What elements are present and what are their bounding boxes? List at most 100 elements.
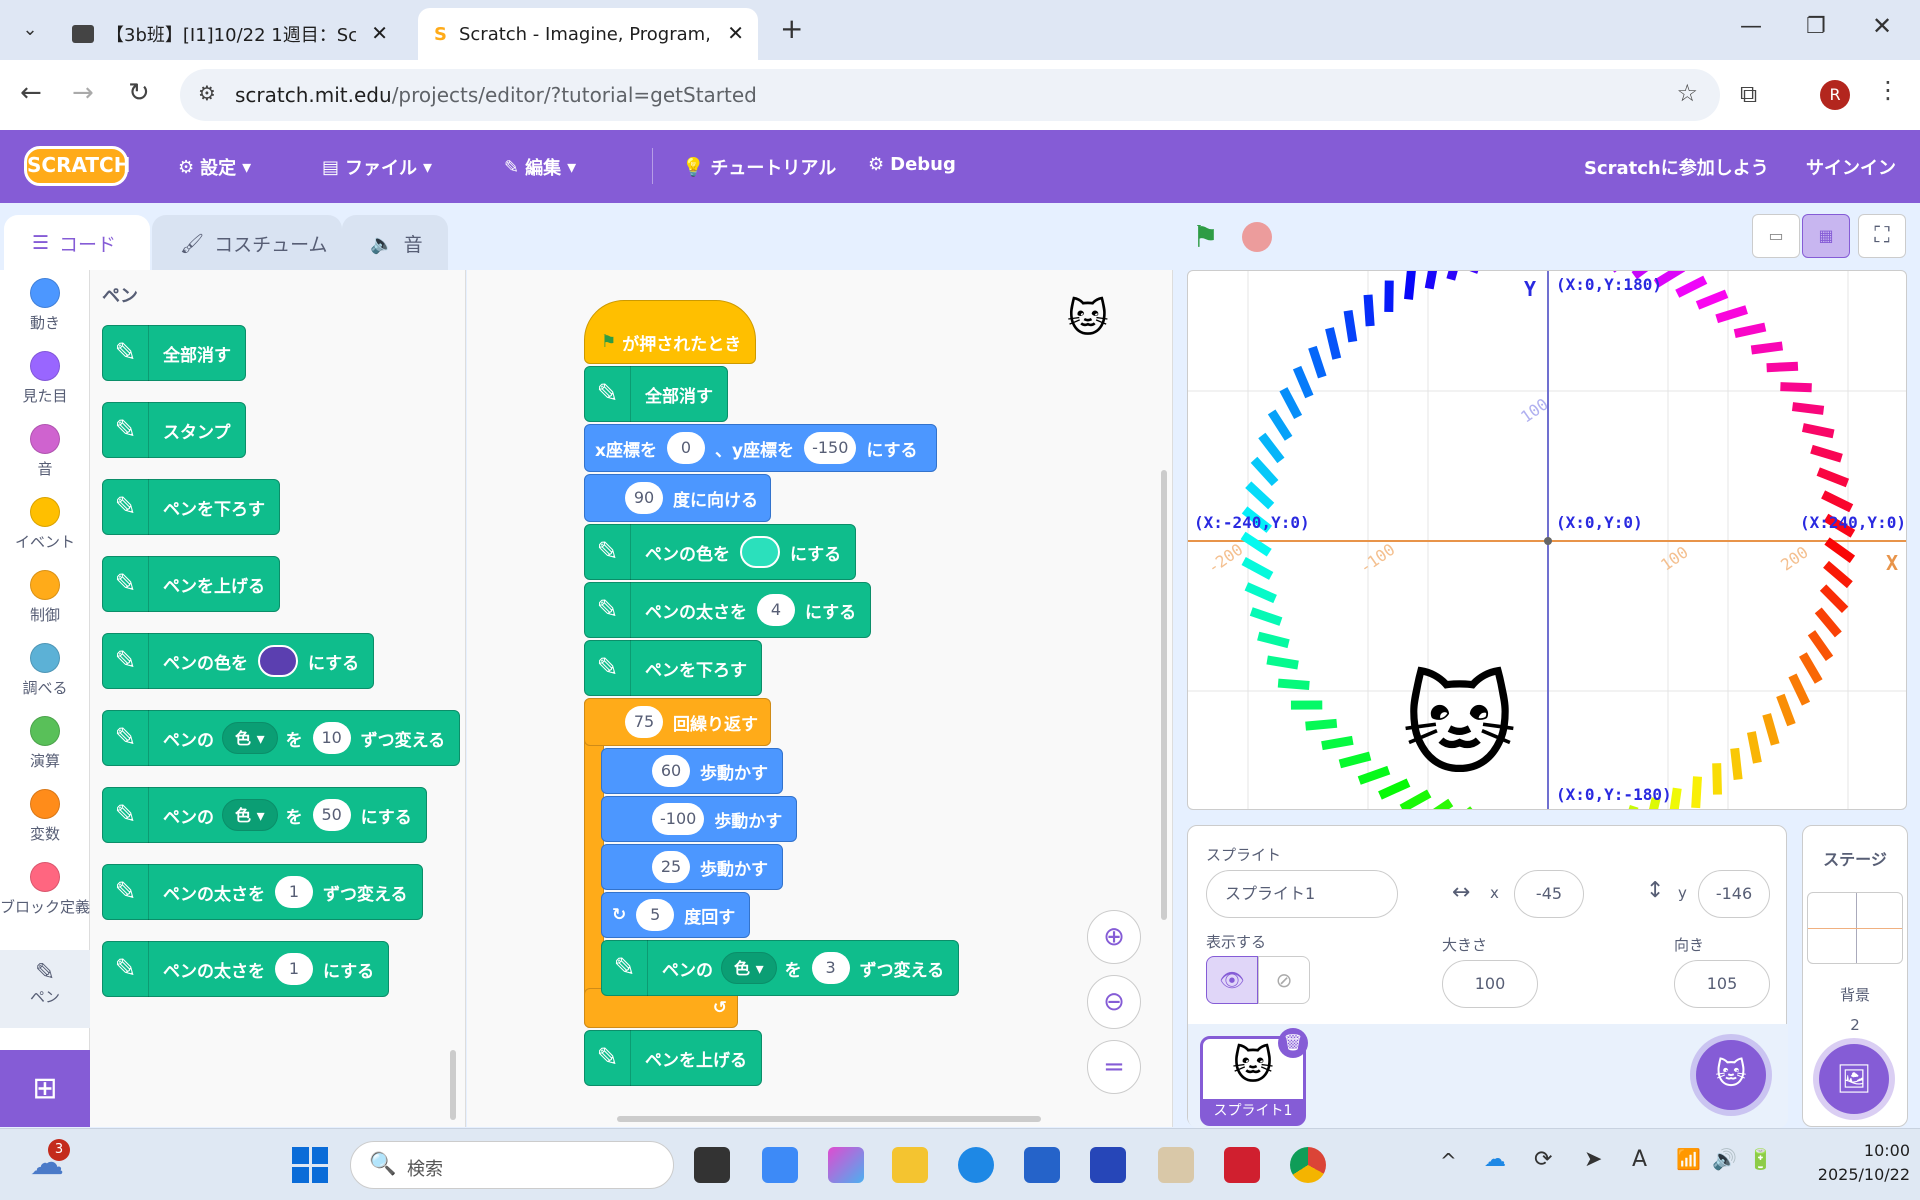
block-change-pen-param[interactable]: ✎ ペンの色 ▾ を 10 ずつ変える (102, 710, 461, 766)
fullscreen-icon[interactable]: ⛶ (1858, 214, 1906, 258)
block-when-flag-clicked[interactable]: ⚑ が押されたとき (584, 300, 757, 364)
dice-app-icon[interactable] (1158, 1147, 1194, 1183)
edge-icon[interactable] (958, 1147, 994, 1183)
restore-icon[interactable]: ❐ (1806, 14, 1826, 39)
choose-sprite-button[interactable]: 🐱 (1696, 1040, 1766, 1110)
bookmark-star-icon[interactable]: ☆ (1676, 79, 1698, 107)
zoom-reset-button[interactable]: = (1087, 1040, 1141, 1094)
value-input[interactable]: 3 (811, 952, 850, 984)
copilot-pre-icon[interactable] (762, 1147, 798, 1183)
volume-icon[interactable]: 🔊 (1712, 1147, 1737, 1171)
block-pen-up[interactable]: ✎ ペンを上げる (102, 556, 280, 612)
value-input[interactable]: 10 (312, 722, 351, 754)
file-menu[interactable]: ▤ ファイル ▾ (322, 154, 432, 180)
tab-scratch[interactable]: S Scratch - Imagine, Program, Sha ✕ (418, 8, 758, 60)
choose-backdrop-button[interactable]: 🖼 (1819, 1044, 1889, 1114)
direction-input[interactable]: 90 (625, 482, 663, 514)
stage-thumbnail[interactable] (1807, 892, 1903, 964)
clock-date[interactable]: 2025/10/22 (1780, 1165, 1910, 1184)
block-change-pen-param[interactable]: ✎ ペンの色 ▾ を 3 ずつ変える (601, 940, 960, 996)
windows-start-icon[interactable] (292, 1147, 328, 1183)
script-v-scrollbar[interactable] (1161, 470, 1167, 920)
block-set-pen-color[interactable]: ✎ ペンの色を にする (584, 524, 857, 580)
small-stage-icon[interactable]: ▭ (1752, 214, 1800, 258)
block-pen-down[interactable]: ✎ ペンを下ろす (584, 640, 762, 696)
size-input[interactable]: 100 (1442, 960, 1538, 1008)
zoom-in-button[interactable]: ⊕ (1087, 910, 1141, 964)
wifi-icon[interactable]: 📶 (1676, 1147, 1701, 1171)
steps-input[interactable]: -100 (652, 803, 705, 835)
block-set-pen-param[interactable]: ✎ ペンの色 ▾ を 50 にする (102, 787, 427, 843)
close-icon[interactable]: ✕ (371, 21, 388, 45)
delete-trash-icon[interactable]: 🗑 (1278, 1028, 1308, 1058)
scratch-logo[interactable]: SCRATCH (24, 146, 130, 186)
value-input[interactable]: 1 (275, 953, 313, 985)
close-icon[interactable]: ✕ (727, 21, 744, 45)
window-close-icon[interactable]: ✕ (1872, 12, 1892, 40)
address-bar[interactable]: ⚙ scratch.mit.edu/projects/editor/?tutor… (180, 69, 1720, 121)
green-flag-icon[interactable]: ⚑ (1192, 220, 1219, 255)
forward-arrow-icon[interactable]: → (72, 78, 94, 108)
category-motion[interactable]: 動き (0, 278, 90, 333)
sync-icon[interactable]: ⟳ (1534, 1147, 1552, 1172)
block-point-direction[interactable]: 90 度に向ける (584, 474, 771, 522)
category-looks[interactable]: 見た目 (0, 351, 90, 406)
block-change-pen-size[interactable]: ✎ ペンの太さを 1 ずつ変える (102, 864, 423, 920)
taskbar-search-box[interactable]: 🔍 検索 (350, 1141, 674, 1189)
back-arrow-icon[interactable]: ← (20, 78, 42, 108)
x-input[interactable]: -45 (1514, 870, 1584, 918)
color-swatch[interactable] (258, 645, 298, 677)
edit-menu[interactable]: ✎ 編集 ▾ (504, 154, 576, 180)
category-variables[interactable]: 変数 (0, 789, 90, 844)
param-dropdown[interactable]: 色 ▾ (222, 722, 278, 754)
category-pen[interactable]: ✎ ペン (0, 950, 90, 1028)
app-a-icon[interactable] (1090, 1147, 1126, 1183)
category-sensing[interactable]: 調べる (0, 643, 90, 698)
task-view-icon[interactable] (694, 1147, 730, 1183)
minimize-icon[interactable]: — (1740, 14, 1762, 39)
repeat-count-input[interactable]: 75 (625, 706, 663, 738)
stop-icon[interactable] (1242, 222, 1272, 252)
tab-sound[interactable]: 🔈 音 (342, 215, 448, 271)
block-pen-up[interactable]: ✎ ペンを上げる (584, 1030, 762, 1086)
param-dropdown[interactable]: 色 ▾ (721, 952, 777, 984)
hide-eye-icon[interactable]: ⊘ (1258, 956, 1310, 1004)
normal-stage-icon[interactable]: ▦ (1802, 214, 1850, 258)
x-input[interactable]: 0 (666, 432, 705, 464)
tab-costume[interactable]: 🖌 コスチューム (152, 215, 342, 271)
category-events[interactable]: イベント (0, 497, 90, 552)
file-explorer-icon[interactable] (892, 1147, 928, 1183)
block-goto-xy[interactable]: x座標を 0 、y座標を -150 にする (584, 424, 937, 472)
show-eye-icon[interactable]: 👁 (1206, 956, 1258, 1004)
block-pen-down[interactable]: ✎ ペンを下ろす (102, 479, 280, 535)
location-icon[interactable]: ➤ (1584, 1147, 1602, 1172)
tab-classroom[interactable]: 【3b班】[I1]10/22 1週目：Scratc ✕ (62, 8, 402, 60)
tutorial-menu[interactable]: 💡 チュートリアル (682, 154, 836, 180)
block-pen-stamp[interactable]: ✎ スタンプ (102, 402, 246, 458)
y-input[interactable]: -150 (804, 432, 857, 464)
ime-icon[interactable]: A (1632, 1147, 1647, 1172)
block-pen-clear[interactable]: ✎ 全部消す (102, 325, 246, 381)
debug-menu[interactable]: ⚙ Debug (868, 154, 956, 175)
value-input[interactable]: 50 (312, 799, 351, 831)
block-set-pen-size[interactable]: ✎ ペンの太さを 4 にする (584, 582, 872, 638)
script-h-scrollbar[interactable] (617, 1116, 1041, 1122)
settings-menu[interactable]: ⚙ 設定 ▾ (178, 154, 251, 180)
block-pen-clear[interactable]: ✎ 全部消す (584, 366, 728, 422)
block-turn-right[interactable]: ↻ 5 度回す (601, 892, 751, 938)
y-input[interactable]: -146 (1698, 870, 1770, 918)
zoom-out-button[interactable]: ⊖ (1087, 975, 1141, 1029)
block-move-steps[interactable]: 25 歩動かす (601, 844, 783, 890)
tray-chevron-icon[interactable]: ^ (1440, 1149, 1457, 1173)
join-scratch-link[interactable]: Scratchに参加しよう (1584, 154, 1769, 180)
direction-input[interactable]: 105 (1674, 960, 1770, 1008)
tab-search-chevron-icon[interactable]: ⌄ (10, 12, 50, 48)
chrome-icon[interactable] (1290, 1147, 1326, 1183)
param-dropdown[interactable]: 色 ▾ (222, 799, 278, 831)
clock-time[interactable]: 10:00 (1810, 1141, 1910, 1160)
block-move-steps[interactable]: 60 歩動かす (601, 748, 783, 794)
category-sound[interactable]: 音 (0, 424, 90, 479)
store-icon[interactable] (1024, 1147, 1060, 1183)
signin-link[interactable]: サインイン (1806, 154, 1896, 180)
block-set-pen-size[interactable]: ✎ ペンの太さを 1 にする (102, 941, 390, 997)
